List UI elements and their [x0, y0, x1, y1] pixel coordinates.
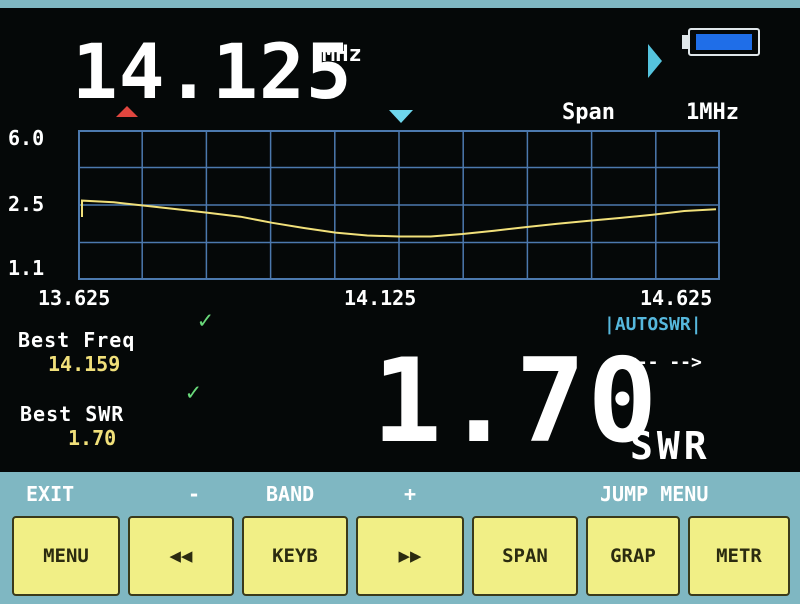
fast-forward-button[interactable]: ▶▶ — [356, 516, 464, 596]
y-tick-label: 1.1 — [8, 256, 45, 280]
keyb-button[interactable]: KEYB — [242, 516, 348, 596]
span-value: 1MHz — [686, 100, 739, 125]
plus-label: + — [404, 482, 417, 506]
rewind-button[interactable]: ◀◀ — [128, 516, 234, 596]
swr-reading: 1.70 — [372, 334, 660, 469]
span-button-label: SPAN — [502, 545, 548, 567]
span-label: Span — [562, 100, 615, 125]
center-frequency[interactable]: 14.125 — [72, 34, 353, 110]
minus-label: - — [188, 482, 201, 506]
x-tick-label: 13.625 — [38, 286, 111, 310]
metr-button[interactable]: METR — [688, 516, 790, 596]
menu-button-label: MENU — [43, 545, 89, 567]
keyb-button-label: KEYB — [272, 545, 318, 567]
check-icon: ✓ — [186, 378, 201, 406]
play-icon[interactable] — [648, 44, 662, 78]
band-label: BAND — [266, 482, 315, 506]
rewind-icon: ◀◀ — [169, 545, 193, 567]
jump-menu-label: JUMP MENU — [600, 482, 709, 506]
best-freq-label: Best Freq — [18, 328, 136, 352]
span-button[interactable]: SPAN — [472, 516, 578, 596]
metr-button-label: METR — [716, 545, 762, 567]
marker-red-up-icon — [116, 106, 138, 117]
menu-button[interactable]: MENU — [12, 516, 120, 596]
exit-label: EXIT — [26, 482, 75, 506]
grap-button[interactable]: GRAP — [586, 516, 680, 596]
autoswr-status: |AUTOSWR| — [604, 314, 702, 335]
swr-chart — [78, 130, 720, 280]
swr-unit: SWR — [630, 424, 711, 468]
grap-button-label: GRAP — [610, 545, 656, 567]
chart-grid — [78, 130, 720, 280]
best-swr-label: Best SWR — [20, 402, 125, 426]
check-icon: ✓ — [198, 306, 213, 334]
best-swr-value: 1.70 — [68, 426, 117, 450]
battery-icon — [688, 28, 760, 56]
marker-cyan-down-icon — [389, 110, 413, 123]
y-tick-label: 6.0 — [8, 126, 45, 150]
fast-forward-icon: ▶▶ — [398, 545, 422, 567]
y-tick-label: 2.5 — [8, 192, 45, 216]
x-tick-label: 14.125 — [344, 286, 417, 310]
x-tick-label: 14.625 — [640, 286, 713, 310]
best-freq-value: 14.159 — [48, 352, 121, 376]
frequency-unit: MHz — [322, 42, 362, 67]
